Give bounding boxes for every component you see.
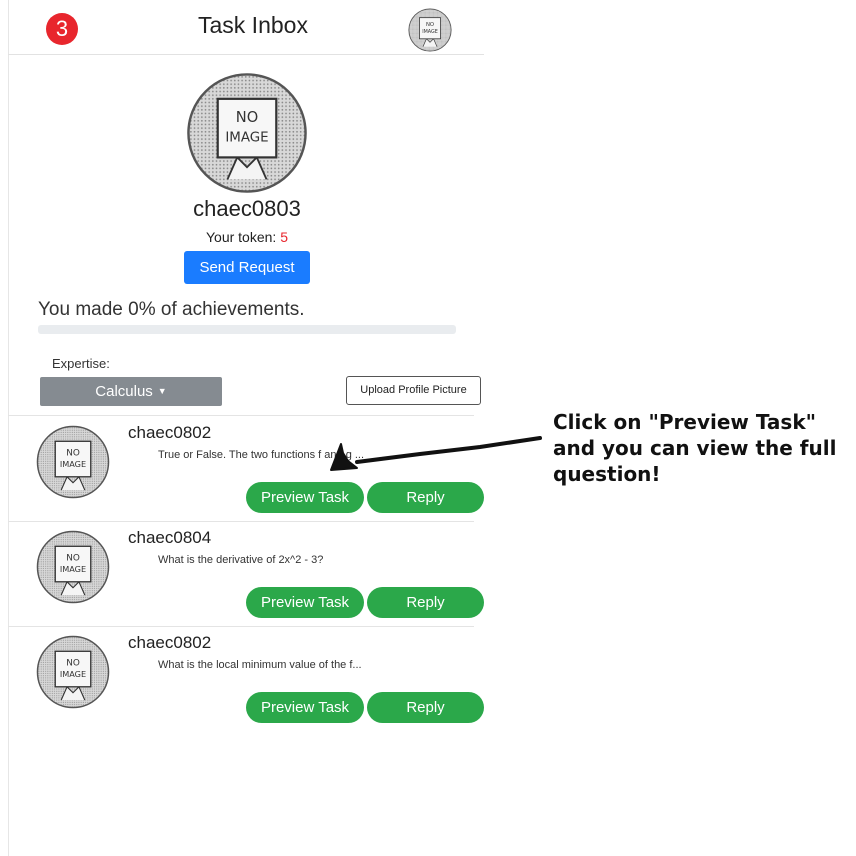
task-item: chaec0802 True or False. The two functio… xyxy=(8,418,484,522)
annotation-line: Click on "Preview Task" xyxy=(553,410,817,434)
annotation-callout: Click on "Preview Task" and you can view… xyxy=(553,409,853,487)
task-avatar-icon xyxy=(36,530,110,604)
token-count: Your token: 5 xyxy=(0,229,494,245)
token-label: Your token: xyxy=(205,229,277,245)
preview-task-button[interactable]: Preview Task xyxy=(246,587,364,618)
notification-badge[interactable]: 3 xyxy=(46,13,78,45)
task-preview-text: True or False. The two functions f and g… xyxy=(158,449,365,461)
task-avatar-icon xyxy=(36,425,110,499)
task-username: chaec0802 xyxy=(128,423,212,442)
send-request-button[interactable]: Send Request xyxy=(184,251,310,284)
header-avatar-icon[interactable] xyxy=(408,8,452,52)
expertise-selected: Calculus xyxy=(95,383,153,400)
preview-task-button[interactable]: Preview Task xyxy=(246,692,364,723)
divider xyxy=(8,415,474,416)
page-title: Task Inbox xyxy=(198,12,308,38)
profile-username: chaec0803 xyxy=(193,196,301,221)
token-value: 5 xyxy=(280,229,288,245)
upload-profile-picture-button[interactable]: Upload Profile Picture xyxy=(346,376,481,405)
reply-button[interactable]: Reply xyxy=(367,482,484,513)
reply-button[interactable]: Reply xyxy=(367,692,484,723)
divider xyxy=(8,521,474,522)
annotation-line: question! xyxy=(553,462,661,486)
preview-task-button[interactable]: Preview Task xyxy=(246,482,364,513)
achievement-progress-bar xyxy=(38,325,456,334)
task-item: chaec0802 What is the local minimum valu… xyxy=(8,628,484,732)
expertise-dropdown[interactable]: Calculus ▼ xyxy=(40,377,222,406)
top-bar: 3 Task Inbox xyxy=(8,0,484,55)
achievement-text: You made 0% of achievements. xyxy=(38,299,305,320)
task-preview-text: What is the derivative of 2x^2 - 3? xyxy=(158,554,324,566)
annotation-line: and you can view the full xyxy=(553,436,837,460)
task-item: chaec0804 What is the derivative of 2x^2… xyxy=(8,523,484,627)
task-avatar-icon xyxy=(36,635,110,709)
task-username: chaec0804 xyxy=(128,528,212,547)
reply-button[interactable]: Reply xyxy=(367,587,484,618)
caret-down-icon: ▼ xyxy=(157,386,167,396)
divider xyxy=(8,626,474,627)
task-username: chaec0802 xyxy=(128,633,212,652)
task-preview-text: What is the local minimum value of the f… xyxy=(158,659,362,671)
expertise-label: Expertise: xyxy=(52,356,110,371)
profile-avatar-icon xyxy=(186,72,308,194)
